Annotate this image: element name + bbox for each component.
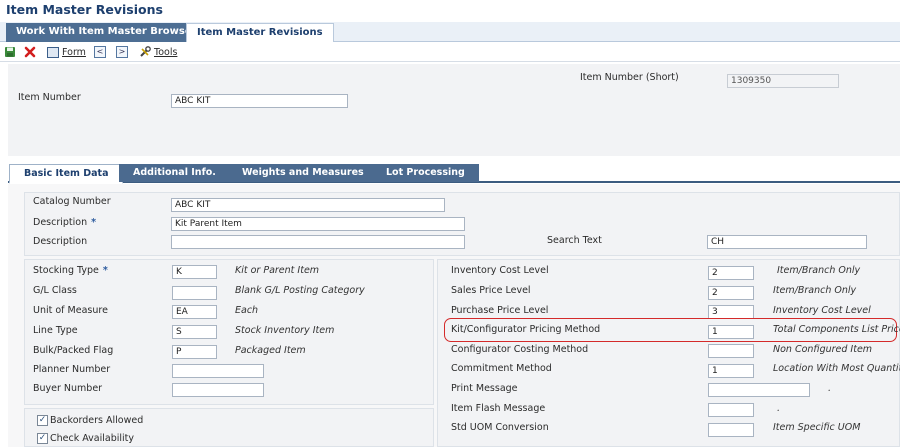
- tab-item-master-revisions[interactable]: Item Master Revisions: [186, 23, 334, 42]
- tools-icon: [140, 46, 151, 57]
- item-number-field[interactable]: ABC KIT: [171, 94, 348, 108]
- tab-work-with-item-master-browse[interactable]: Work With Item Master Browse: [6, 23, 202, 42]
- unit-of-measure-field[interactable]: EA: [172, 305, 217, 319]
- print-message-label: Print Message: [451, 383, 518, 394]
- line-type-description: Stock Inventory Item: [235, 325, 335, 336]
- item-flash-message-field[interactable]: [708, 403, 754, 417]
- stocking-type-description: Kit or Parent Item: [235, 265, 320, 276]
- std-uom-conversion-field[interactable]: [708, 423, 754, 437]
- planner-number-field[interactable]: [172, 364, 264, 378]
- unit-of-measure-label: Unit of Measure: [33, 305, 108, 316]
- configurator-costing-method-description: Non Configured Item: [773, 344, 873, 355]
- buyer-number-field[interactable]: [172, 383, 264, 397]
- kit-configurator-pricing-method-label: Kit/Configurator Pricing Method: [451, 324, 601, 335]
- required-indicator: *: [91, 217, 97, 228]
- commitment-method-field[interactable]: 1: [708, 364, 754, 378]
- item-number-label: Item Number: [18, 92, 81, 103]
- chevron-right-icon: >: [116, 46, 128, 58]
- save-icon[interactable]: [4, 45, 16, 59]
- form-icon: [47, 46, 59, 58]
- configurator-costing-method-label: Configurator Costing Method: [451, 344, 589, 355]
- std-uom-conversion-label: Std UOM Conversion: [451, 422, 549, 433]
- gl-class-label: G/L Class: [33, 285, 77, 296]
- tools-menu-label: Tools: [154, 46, 178, 58]
- backorders-allowed-label: Backorders Allowed: [50, 415, 144, 426]
- configurator-costing-method-field[interactable]: [708, 344, 754, 358]
- form-menu-label: Form: [62, 46, 86, 58]
- buyer-number-label: Buyer Number: [33, 383, 103, 394]
- purchase-price-level-description: Inventory Cost Level: [773, 305, 871, 316]
- catalog-number-field[interactable]: ABC KIT: [171, 198, 445, 212]
- item-number-short-label: Item Number (Short): [580, 72, 679, 83]
- tab-weights-and-measures[interactable]: Weights and Measures: [228, 164, 378, 182]
- gl-class-description: Blank G/L Posting Category: [235, 285, 365, 296]
- description-label: Description *: [33, 217, 97, 228]
- chevron-left-icon: <: [94, 46, 106, 58]
- stocking-type-field[interactable]: K: [172, 265, 217, 279]
- item-flash-message-label: Item Flash Message: [451, 403, 546, 414]
- description-2-label: Description: [33, 236, 88, 247]
- check-availability-label: Check Availability: [50, 433, 135, 444]
- gl-class-field[interactable]: [172, 286, 217, 300]
- catalog-number-label: Catalog Number: [33, 196, 111, 207]
- checkbox-checked-icon: ✓: [37, 415, 48, 426]
- print-message-field[interactable]: [708, 383, 810, 397]
- item-flash-message-description: .: [777, 403, 781, 414]
- line-type-label: Line Type: [33, 325, 78, 336]
- inventory-cost-level-label: Inventory Cost Level: [451, 265, 549, 276]
- toolbar: [0, 43, 900, 62]
- next-record-button[interactable]: >: [116, 45, 128, 59]
- sales-price-level-label: Sales Price Level: [451, 285, 531, 296]
- tab-basic-item-data[interactable]: Basic Item Data: [9, 164, 124, 184]
- kit-configurator-pricing-method-description: Total Components List Prices: [773, 324, 900, 335]
- search-text-label: Search Text: [547, 235, 602, 246]
- line-type-field[interactable]: S: [172, 325, 217, 339]
- previous-record-button[interactable]: <: [94, 45, 106, 59]
- tab-lot-processing[interactable]: Lot Processing: [372, 164, 479, 182]
- sales-price-level-description: Item/Branch Only: [773, 285, 857, 296]
- item-number-short-field: 1309350: [727, 74, 839, 88]
- planner-number-label: Planner Number: [33, 364, 111, 375]
- unit-of-measure-description: Each: [235, 305, 259, 316]
- purchase-price-level-label: Purchase Price Level: [451, 305, 549, 316]
- tab-additional-info[interactable]: Additional Info.: [119, 164, 230, 182]
- tools-menu[interactable]: Tools: [139, 45, 177, 59]
- search-text-field[interactable]: CH: [707, 235, 867, 249]
- bulk-packed-flag-label: Bulk/Packed Flag: [33, 345, 114, 356]
- print-message-description: .: [828, 383, 832, 394]
- cancel-icon[interactable]: [24, 45, 36, 59]
- stocking-type-label: Stocking Type *: [33, 265, 108, 276]
- inventory-cost-level-field[interactable]: 2: [708, 266, 754, 280]
- bulk-packed-flag-description: Packaged Item: [235, 345, 306, 356]
- check-availability-checkbox[interactable]: ✓ Check Availability: [37, 433, 134, 444]
- checkbox-checked-icon: ✓: [37, 433, 48, 444]
- commitment-method-label: Commitment Method: [451, 363, 552, 374]
- page-title: Item Master Revisions: [6, 2, 163, 17]
- description-field[interactable]: Kit Parent Item: [171, 217, 465, 231]
- sales-price-level-field[interactable]: 2: [708, 286, 754, 300]
- kit-configurator-pricing-method-field[interactable]: 1: [708, 325, 754, 339]
- commitment-method-description: Location With Most Quantity: [773, 363, 900, 374]
- purchase-price-level-field[interactable]: 3: [708, 305, 754, 319]
- bulk-packed-flag-field[interactable]: P: [172, 345, 217, 359]
- inventory-cost-level-description: Item/Branch Only: [777, 265, 861, 276]
- backorders-allowed-checkbox[interactable]: ✓ Backorders Allowed: [37, 415, 143, 426]
- description-2-field[interactable]: [171, 235, 465, 249]
- form-menu[interactable]: Form: [47, 45, 86, 59]
- std-uom-conversion-description: Item Specific UOM: [773, 422, 861, 433]
